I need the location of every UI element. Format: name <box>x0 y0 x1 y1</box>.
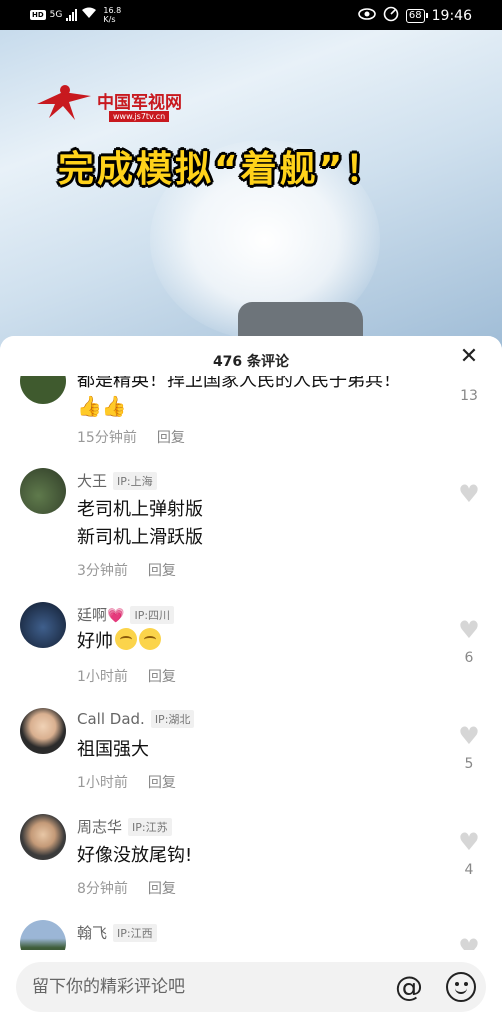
like-count: 5 <box>464 756 474 772</box>
battery-icon: 68 <box>405 9 428 23</box>
comment-time: 15分钟前 <box>77 430 137 446</box>
video-caption: 完成模拟“着舰”！ <box>58 149 385 190</box>
network-type: 5G <box>49 10 63 20</box>
comment-meta: 1小时前 回复 <box>77 666 176 686</box>
comment-author-row: 翰飞 IP:江西 <box>77 922 157 943</box>
comment-author-row: 廷啊💗 IP:四川 <box>77 604 175 625</box>
speed-unit: K/s <box>103 15 116 24</box>
thumbs-up-icon: 👍 <box>77 394 102 418</box>
speed-value: 16.8 <box>103 6 122 15</box>
comment-time: 8分钟前 <box>77 881 128 897</box>
like-button[interactable]: ♥ 5 <box>454 724 484 772</box>
ip-location-tag: IP:四川 <box>130 605 175 624</box>
comment-text-line: 老司机上弹射版 <box>77 499 203 520</box>
comment-author-row: 周志华 IP:江苏 <box>77 816 172 837</box>
avatar[interactable] <box>20 708 66 754</box>
emoji-icon[interactable] <box>446 972 476 1002</box>
ip-location-tag: IP:江苏 <box>128 817 172 836</box>
reply-button[interactable]: 回复 <box>157 427 185 447</box>
shy-emoji-icon <box>139 628 161 650</box>
heart-icon: ♥ <box>458 722 480 750</box>
eye-icon <box>358 8 376 24</box>
comment-time: 1小时前 <box>77 669 128 685</box>
comment-text: 祖国强大 <box>77 739 149 760</box>
heart-icon: ♥ <box>458 480 480 508</box>
close-icon[interactable]: ✕ <box>458 346 480 368</box>
comment-author[interactable]: 大王 <box>77 470 107 491</box>
shy-emoji-icon <box>115 628 137 650</box>
like-count: 13 <box>460 388 478 404</box>
comment-author-row: 大王 IP:上海 <box>77 470 157 491</box>
thumbs-up-emojis: 👍👍 <box>77 392 127 422</box>
channel-logo: 中国军视网 www.js7tv.cn <box>35 78 195 128</box>
heart-icon: ♥ <box>458 616 480 644</box>
status-bar: HD 5G 16.8 K/s 68 19:46 <box>0 0 502 30</box>
comments-header: 476 条评论 ✕ <box>0 336 502 376</box>
comment-text: 好像没放尾钩! <box>77 845 193 866</box>
comment-input-bar: @ <box>0 950 502 1024</box>
comment-time: 3分钟前 <box>77 563 128 579</box>
like-button[interactable]: 13 <box>454 380 484 404</box>
comment-text-line: 新司机上滑跃版 <box>77 527 203 548</box>
ip-location-tag: IP:江西 <box>113 923 157 942</box>
at-icon[interactable]: @ <box>394 972 424 1002</box>
thumbs-up-icon: 👍 <box>101 394 127 418</box>
status-right: 68 19:46 <box>358 6 472 26</box>
signal-icon <box>66 9 78 21</box>
author-name: 廷啊 <box>77 606 108 624</box>
clock: 19:46 <box>431 8 472 24</box>
like-button[interactable]: ♥ 4 <box>454 830 484 878</box>
like-count: 4 <box>464 862 474 878</box>
comments-count-title: 476 条评论 <box>212 354 290 370</box>
comments-sheet: 476 条评论 ✕ 都是精英！捍卫国家人民的人民子弟兵！ 👍👍 15分钟前 回复… <box>0 336 502 1024</box>
video-player[interactable]: 中国军视网 www.js7tv.cn 完成模拟“着舰”！ <box>0 30 502 350</box>
hd-badge: HD <box>30 10 46 20</box>
network-speed: 16.8 K/s <box>103 6 125 24</box>
wifi-icon <box>81 7 97 23</box>
reply-button[interactable]: 回复 <box>148 560 176 580</box>
avatar[interactable] <box>20 814 66 860</box>
avatar[interactable] <box>20 602 66 648</box>
comment-input-container: @ <box>16 962 486 1012</box>
heart-icon: ♥ <box>458 828 480 856</box>
speedometer-icon <box>383 6 399 26</box>
logo-name: 中国军视网 <box>97 93 182 113</box>
comment-meta: 15分钟前 回复 <box>77 427 185 447</box>
avatar[interactable] <box>20 468 66 514</box>
pink-heart-icon: 💗 <box>107 608 125 624</box>
comment-text-content: 好帅 <box>77 631 113 652</box>
logo-url: www.js7tv.cn <box>109 111 170 122</box>
ip-location-tag: IP:湖北 <box>150 710 195 728</box>
like-count: 6 <box>464 650 474 666</box>
logo-emblem-icon <box>35 82 93 122</box>
comment-author[interactable]: 廷啊💗 <box>77 604 124 625</box>
ip-location-tag: IP:上海 <box>113 471 157 490</box>
comment-meta: 1小时前 回复 <box>77 772 176 792</box>
comment-author[interactable]: 周志华 <box>77 816 122 837</box>
reply-button[interactable]: 回复 <box>148 878 176 898</box>
comment-input[interactable] <box>32 962 382 1012</box>
comment-author-row: Call Dad. IP:湖北 <box>77 710 195 728</box>
comment-meta: 8分钟前 回复 <box>77 878 176 898</box>
comment-meta: 3分钟前 回复 <box>77 560 176 580</box>
reply-button[interactable]: 回复 <box>148 666 176 686</box>
like-button[interactable]: ♥ <box>454 482 484 506</box>
status-left: HD 5G 16.8 K/s <box>30 6 125 24</box>
reply-button[interactable]: 回复 <box>148 772 176 792</box>
like-button[interactable]: ♥ 6 <box>454 618 484 666</box>
comment-text: 好帅 <box>77 628 161 656</box>
comment-author[interactable]: 翰飞 <box>77 922 107 943</box>
comment-author[interactable]: Call Dad. <box>77 710 145 728</box>
comment-time: 1小时前 <box>77 775 128 791</box>
